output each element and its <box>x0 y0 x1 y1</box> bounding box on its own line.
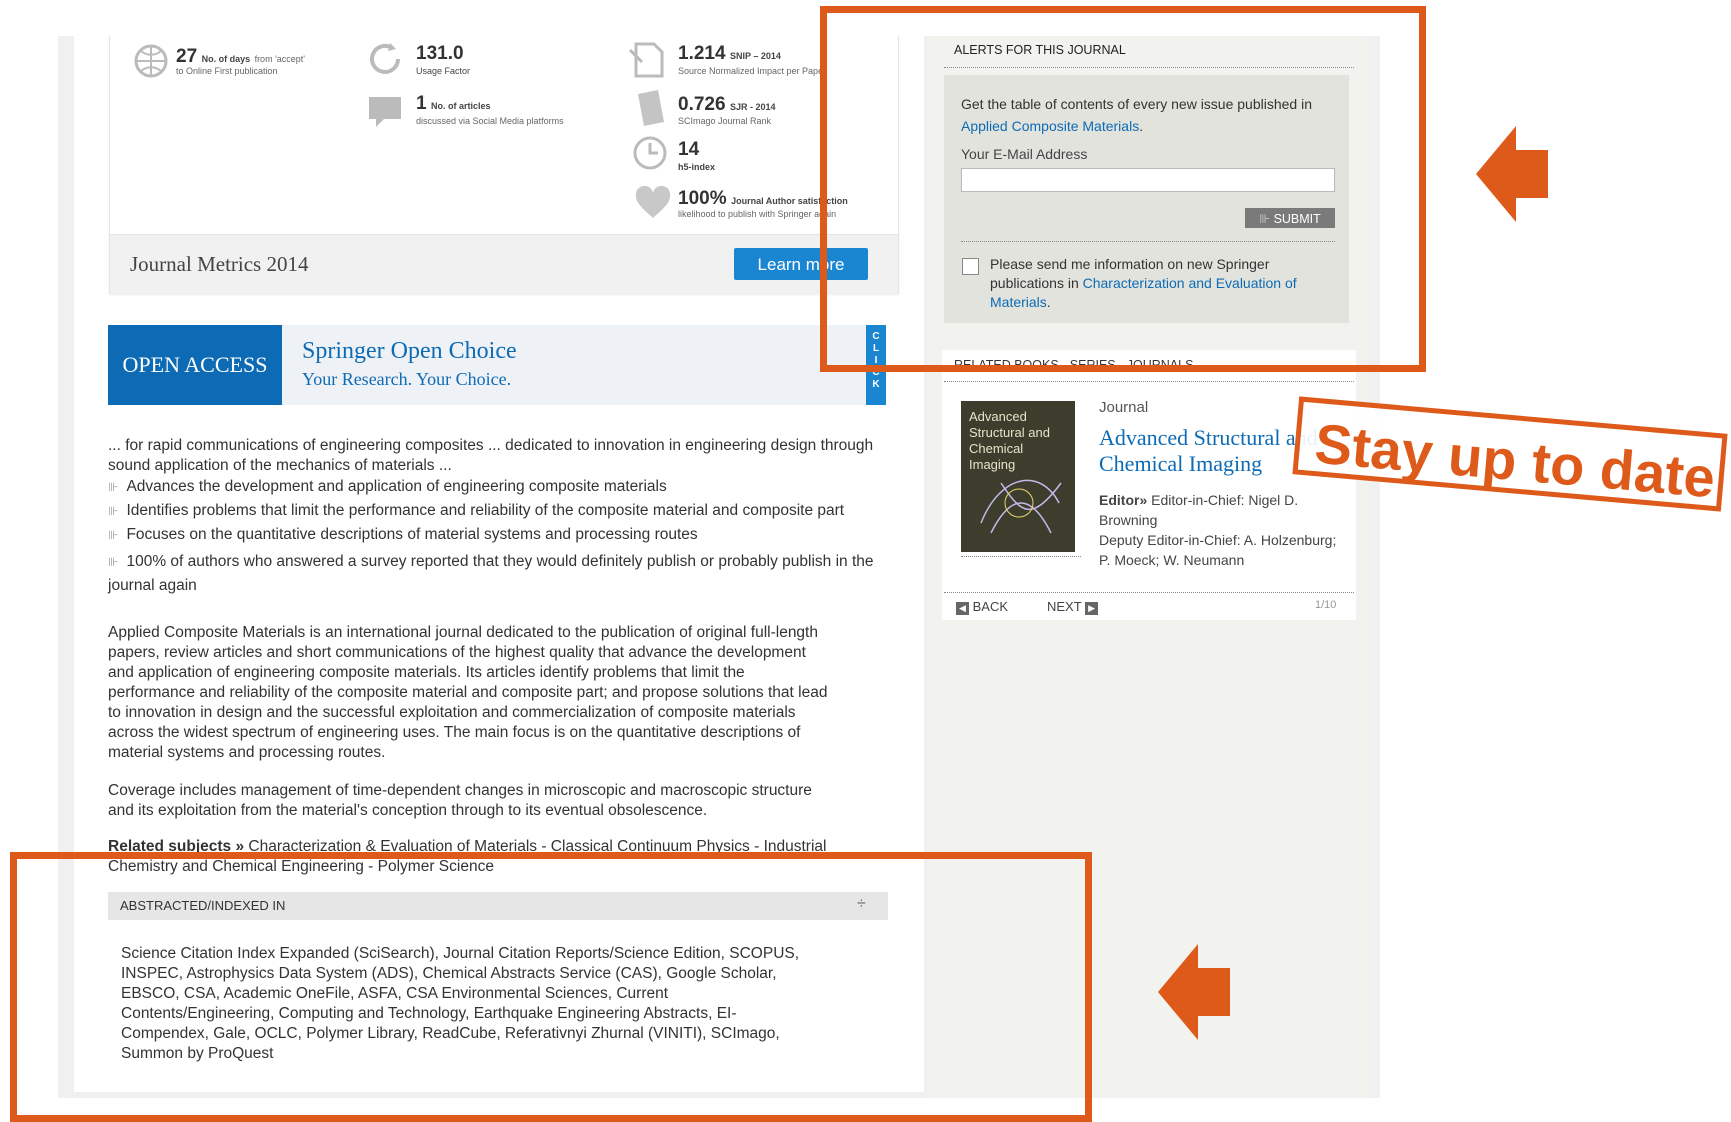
journal-description: Applied Composite Materials is an intern… <box>108 624 828 761</box>
arrow-left-icon <box>1476 126 1548 227</box>
arrow-left-icon <box>1158 944 1230 1045</box>
bullet-icon: ⊪ <box>108 504 119 518</box>
deputy-text: Deputy Editor-in-Chief: A. Holzenburg; P… <box>1099 532 1337 568</box>
metric-usage-label: Usage Factor <box>416 66 471 76</box>
metric-usage-value: 131.0 <box>416 43 464 64</box>
list-item: ⊪ Advances the development and applicatio… <box>108 478 667 495</box>
click-letter: K <box>872 379 880 390</box>
metric-sjr-sub: SCImago Journal Rank <box>678 116 772 126</box>
globe-icon <box>132 44 170 84</box>
metric-days-sub: to Online First publication <box>176 66 278 76</box>
divider <box>944 381 1354 382</box>
bullet-icon: ⊪ <box>108 528 119 542</box>
book-cover[interactable]: Advanced Structural and Chemical Imaging <box>961 401 1075 552</box>
metric-sjr: 0.726 SJR - 2014 <box>678 94 776 115</box>
chevron-left-icon: ◀ <box>956 602 969 615</box>
related-editors: Editor» Editor-in-Chief: Nigel D. Browni… <box>1099 490 1349 570</box>
bullet-icon: ⊪ <box>108 480 119 494</box>
document-stack-icon <box>634 88 666 133</box>
speech-bubble-icon <box>366 94 404 135</box>
metric-h5-label: h5-index <box>678 162 716 172</box>
list-item: ⊪ 100% of authors who answered a survey r… <box>108 553 874 594</box>
metric-social: 1 No. of articles <box>416 93 491 114</box>
metric-h5-value: 14 <box>678 139 700 160</box>
related-type: Journal <box>1099 399 1149 416</box>
page-counter: 1/10 <box>1315 599 1337 611</box>
metric-snip-sub: Source Normalized Impact per Paper <box>678 66 827 76</box>
metric-social-sub: discussed via Social Media platforms <box>416 116 564 126</box>
journal-metrics-title: Journal Metrics 2014 <box>130 252 309 276</box>
metric-snip: 1.214 SNIP – 2014 <box>678 43 781 64</box>
divider <box>961 556 1081 557</box>
refresh-icon <box>366 40 404 83</box>
open-access-badge: OPEN ACCESS <box>108 325 282 405</box>
document-arrow-icon <box>628 40 668 83</box>
cover-art-icon <box>980 479 1062 534</box>
highlight-frame-alerts <box>820 6 1426 372</box>
chevron-right-icon: ▶ <box>1085 602 1099 615</box>
divider <box>944 592 1354 593</box>
list-item: ⊪ Focuses on the quantitative description… <box>108 526 698 543</box>
metric-days: 27 No. of days from 'accept' <box>176 46 306 67</box>
list-item: ⊪ Identifies problems that limit the perf… <box>108 502 845 519</box>
next-button[interactable]: NEXT ▶ <box>1047 599 1099 615</box>
metric-satisfaction-sub: likelihood to publish with Springer agai… <box>678 209 837 219</box>
journal-coverage: Coverage includes management of time-dep… <box>108 782 812 819</box>
bullet-icon: ⊪ <box>108 555 119 569</box>
editor-label: Editor» <box>1099 492 1148 508</box>
back-button[interactable]: ◀ BACK <box>956 599 1008 615</box>
journal-intro: ... for rapid communications of engineer… <box>108 437 874 474</box>
heart-icon <box>634 185 672 225</box>
clock-icon <box>631 134 669 177</box>
open-choice-subtitle: Your Research. Your Choice. <box>302 369 512 389</box>
highlight-frame-abstracted <box>10 852 1092 1122</box>
open-choice-title: Springer Open Choice <box>302 338 517 364</box>
